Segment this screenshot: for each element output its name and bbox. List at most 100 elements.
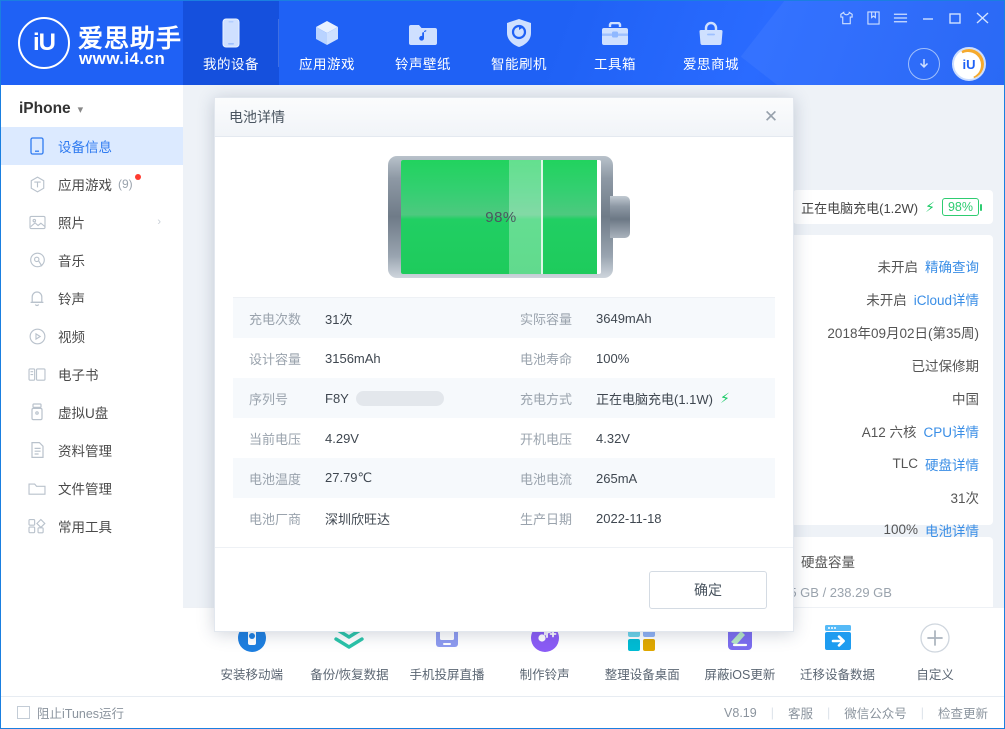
dialog-header: 电池详情 ✕ (215, 98, 793, 137)
chevron-right-icon: › (157, 216, 161, 228)
bell-icon (27, 288, 47, 308)
brand-area: iU 爱思助手 www.i4.cn (1, 1, 183, 85)
row-value: F8Y (325, 391, 349, 406)
nav-tab-label: 应用游戏 (299, 53, 355, 73)
nav-tab-ringtones-wallpaper[interactable]: 铃声壁纸 (375, 1, 471, 85)
status-bar-links: V8.19 | 客服 | 微信公众号 | 检查更新 (724, 703, 988, 722)
nav-tab-smart-flash[interactable]: 智能刷机 (471, 1, 567, 85)
dialog-footer: 确定 (215, 547, 793, 631)
row-value: 100% (596, 351, 629, 366)
check-update-link[interactable]: 检查更新 (938, 703, 988, 722)
device-selector[interactable]: iPhone ▾ (1, 85, 183, 127)
battery-inner: 98% (401, 160, 601, 274)
nav-tab-i4-store[interactable]: 爱思商城 (663, 1, 759, 85)
nav-tab-apps-games[interactable]: 应用游戏 (279, 1, 375, 85)
battery-illustration: 98% (388, 156, 620, 278)
maximize-icon[interactable] (948, 12, 962, 25)
sidebar-item-label: 音乐 (58, 250, 85, 270)
shield-refresh-icon (505, 14, 533, 48)
battery-details-table: 充电次数 31次 实际容量 3649mAh 设计容量 3156mAh 电池寿命 (233, 297, 775, 538)
shopping-bag-icon (697, 14, 725, 48)
table-cell: 电池温度 27.79℃ (233, 469, 504, 488)
row-key: 电池温度 (233, 469, 325, 488)
table-row: 设计容量 3156mAh 电池寿命 100% (233, 338, 775, 378)
table-row: 序列号 F8Y 充电方式 正在电脑充电(1.1W) ⚡ (233, 378, 775, 418)
sidebar-item-apps-games[interactable]: 应用游戏 (9) (1, 165, 183, 203)
sidebar-item-label: 应用游戏 (58, 174, 112, 194)
row-value: 27.79℃ (325, 470, 372, 486)
customer-service-link[interactable]: 客服 (788, 703, 813, 722)
sidebar-item-virtual-usb[interactable]: 虚拟U盘 (1, 393, 183, 431)
version-label: V8.19 (724, 706, 757, 720)
topbar-action-buttons: iU (908, 47, 986, 81)
status-bar: 阻止iTunes运行 V8.19 | 客服 | 微信公众号 | 检查更新 (1, 696, 1004, 728)
i4-logo-icon: iU (18, 17, 70, 69)
row-key: 序列号 (233, 389, 325, 408)
battery-graphic: 98% (215, 137, 793, 297)
sidebar-item-label: 虚拟U盘 (58, 402, 108, 422)
photo-icon (27, 212, 47, 232)
minimize-icon[interactable] (921, 12, 935, 24)
checkbox-icon[interactable] (17, 706, 30, 719)
table-cell: 实际容量 3649mAh (504, 309, 775, 328)
row-key: 充电次数 (233, 309, 325, 328)
cube-icon (312, 14, 342, 48)
row-value: 265mA (596, 471, 637, 486)
apps-icon (27, 174, 47, 194)
wechat-link[interactable]: 微信公众号 (844, 703, 907, 722)
save-icon[interactable] (867, 11, 880, 25)
chevron-down-icon: ▾ (78, 103, 84, 116)
window-controls (839, 11, 990, 25)
sidebar-item-ringtones[interactable]: 铃声 (1, 279, 183, 317)
sidebar-item-data-manage[interactable]: 资料管理 (1, 431, 183, 469)
nav-tab-label: 工具箱 (594, 53, 636, 73)
table-cell: 电池厂商 深圳欣旺达 (233, 509, 504, 528)
table-cell: 充电方式 正在电脑充电(1.1W) ⚡ (504, 389, 775, 408)
row-value: 3649mAh (596, 311, 652, 326)
sidebar-item-common-tools[interactable]: 常用工具 (1, 507, 183, 545)
sidebar-item-device-info[interactable]: 设备信息 (1, 127, 183, 165)
row-key: 电池电流 (504, 469, 596, 488)
table-cell: 序列号 F8Y (233, 389, 504, 408)
table-cell: 设计容量 3156mAh (233, 349, 504, 368)
video-icon (27, 326, 47, 346)
sidebar-item-label: 铃声 (58, 288, 85, 308)
account-avatar[interactable]: iU (952, 47, 986, 81)
device-info-icon (27, 136, 47, 156)
book-icon (27, 364, 47, 384)
sidebar-item-music[interactable]: 音乐 (1, 241, 183, 279)
block-itunes-checkbox[interactable]: 阻止iTunes运行 (17, 703, 124, 722)
row-value: 2022-11-18 (596, 511, 662, 526)
brand-url: www.i4.cn (79, 49, 165, 69)
shirt-icon[interactable] (839, 11, 854, 25)
battery-details-dialog: 电池详情 ✕ 98% 充电次数 (214, 97, 794, 632)
sidebar-item-video[interactable]: 视频 (1, 317, 183, 355)
top-navigation-bar: iU 爱思助手 www.i4.cn 我的设备 应用游戏 (1, 1, 1004, 85)
close-icon[interactable]: ✕ (761, 107, 781, 127)
confirm-button[interactable]: 确定 (649, 571, 767, 609)
nav-tab-label: 我的设备 (203, 53, 259, 73)
phone-icon (220, 14, 242, 48)
row-value: 3156mAh (325, 351, 381, 366)
row-value: 31次 (325, 309, 352, 328)
download-icon[interactable] (908, 48, 940, 80)
sidebar-item-file-manage[interactable]: 文件管理 (1, 469, 183, 507)
account-label: iU (963, 57, 976, 72)
nav-tab-my-device[interactable]: 我的设备 (183, 1, 279, 85)
modal-overlay: 电池详情 ✕ 98% 充电次数 (183, 85, 1004, 695)
sidebar-item-label: 视频 (58, 326, 85, 346)
sidebar-item-label: 设备信息 (58, 136, 112, 156)
divider: | (771, 706, 774, 720)
i4-assistant-window: iU 爱思助手 www.i4.cn 我的设备 应用游戏 (0, 0, 1005, 729)
menu-icon[interactable] (893, 12, 908, 24)
sidebar-item-photos[interactable]: 照片 › (1, 203, 183, 241)
row-value: 正在电脑充电(1.1W) (596, 389, 713, 408)
table-cell: 充电次数 31次 (233, 309, 504, 328)
nav-tab-toolbox[interactable]: 工具箱 (567, 1, 663, 85)
table-cell: 生产日期 2022-11-18 (504, 509, 775, 528)
sidebar-item-ebooks[interactable]: 电子书 (1, 355, 183, 393)
row-key: 充电方式 (504, 389, 596, 408)
dialog-title: 电池详情 (229, 107, 285, 127)
close-icon[interactable] (975, 11, 990, 25)
row-value: 深圳欣旺达 (325, 509, 390, 528)
